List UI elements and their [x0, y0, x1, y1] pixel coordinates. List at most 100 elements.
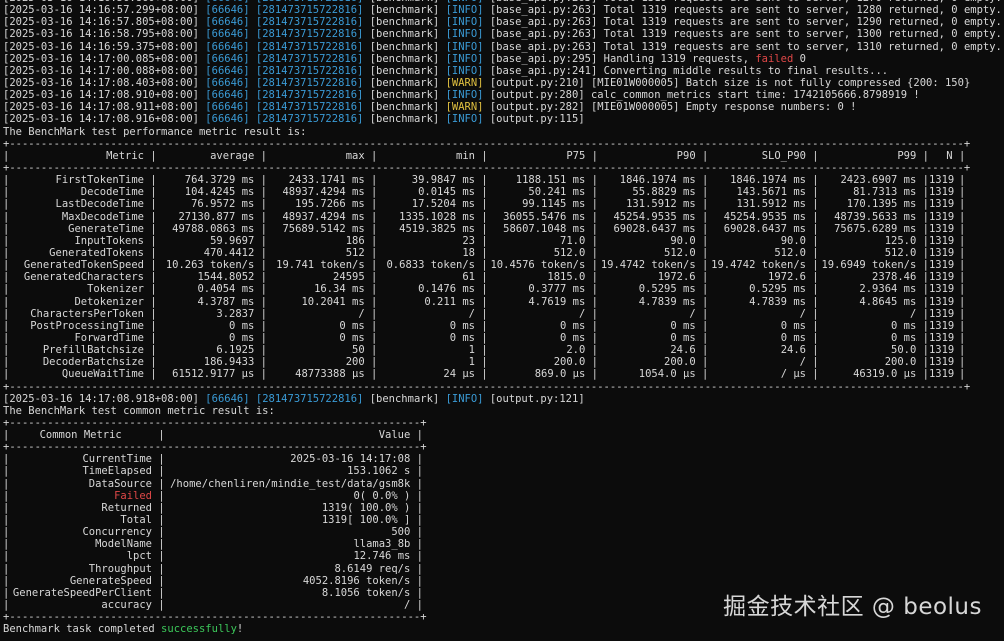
table-cell: /: [578, 307, 592, 320]
table-cell: 1319: [928, 307, 959, 320]
table-cell: /home/chenliren/mindie_test/data/gsm8k: [170, 477, 417, 490]
table-cell: 24.6: [670, 344, 702, 357]
table-cell: 1846.1974 ms: [730, 174, 813, 187]
table-cell: 153.1062 s: [347, 465, 417, 478]
table-cell: 45254.9535 ms: [613, 210, 702, 223]
table-cell: 0 ms: [780, 331, 813, 344]
table-cell: 75675.6289 ms: [834, 222, 923, 235]
common-title-text: The BenchMark test common metric result …: [3, 404, 275, 417]
log-line: [2025-03-16 14:16:57.299+08:00] [66646] …: [3, 4, 1004, 16]
table-cell: 4.7839 ms: [749, 295, 813, 308]
table-border: |: [958, 234, 966, 247]
perf-table-row: | DecodeTime | 104.4245 ms | 48937.4294 ms …: [3, 186, 1004, 198]
log-pid: [66646]: [205, 40, 250, 53]
table-cell: 59.9697: [210, 234, 261, 247]
table-cell: 125.0: [884, 234, 923, 247]
log-module: [benchmark]: [369, 76, 440, 89]
table-cell: 1319: [928, 246, 959, 259]
table-cell: 186: [345, 234, 371, 247]
table-cell: /: [468, 307, 482, 320]
table-border: |: [958, 186, 966, 199]
log-source: [output.py:115]: [489, 113, 585, 126]
table-cell: CurrentTime: [82, 453, 159, 466]
common-table-header: | Common Metric | Value |: [3, 429, 1004, 441]
log-level: [INFO]: [445, 40, 484, 53]
table-cell: 45254.9535 ms: [723, 210, 813, 223]
log-thread-id: [281473715722816]: [255, 4, 364, 17]
table-cell: P90: [676, 149, 702, 162]
log-source: [base_api.py:263]: [489, 28, 598, 41]
log-level: [INFO]: [445, 113, 484, 126]
log-line: [2025-03-16 14:16:58.795+08:00] [66646] …: [3, 28, 1004, 40]
common-title: The BenchMark test common metric result …: [3, 405, 1004, 417]
table-cell: 1319: [928, 319, 959, 332]
completion-suffix: !: [236, 623, 244, 636]
table-cell: 195.7266 ms: [295, 198, 371, 211]
table-cell: 2.9364 ms: [859, 283, 923, 296]
common-table-row: | lpct | 12.746 ms |: [3, 550, 1004, 562]
table-cell: 49788.0863 ms: [172, 222, 261, 235]
table-cell: 0 ms: [891, 319, 923, 332]
log-source: [base_api.py:263]: [489, 40, 598, 53]
log-timestamp: [2025-03-16 14:17:00.088+08:00]: [3, 64, 199, 77]
table-cell: 1319[ 100.0% ]: [321, 514, 417, 527]
table-cell: 10.263 token/s: [165, 259, 261, 272]
table-border: |: [416, 562, 423, 575]
table-cell: ModelName: [95, 538, 159, 551]
table-cell: 6.1925: [216, 344, 261, 357]
log-level: [INFO]: [445, 89, 484, 102]
table-cell: 4.8645 ms: [859, 295, 923, 308]
table-cell: /: [358, 307, 371, 320]
table-cell: 1319: [928, 186, 959, 199]
common-table-row: | Throughput | 8.6149 req/s |: [3, 563, 1004, 575]
perf-table-row: | LastDecodeTime | 76.9572 ms | 195.7266 ms…: [3, 198, 1004, 210]
perf-table-row: | GeneratedCharacters | 1544.8052 | 24595 |…: [3, 271, 1004, 283]
table-cell: /: [404, 599, 417, 612]
table-cell: 50.0: [891, 344, 923, 357]
log-thread-id: [281473715722816]: [255, 16, 364, 29]
table-cell: 186.9433: [203, 356, 261, 369]
table-cell: 0.5295 ms: [638, 283, 702, 296]
terminal-output[interactable]: [2025-03-16 14:16:56.860+08:00] [66646] …: [3, 0, 1004, 635]
log-message: Handling 1319 requests,: [603, 52, 756, 65]
table-cell: Metric: [106, 149, 151, 162]
table-cell: 4.7839 ms: [638, 295, 702, 308]
table-cell: ForwardTime: [74, 331, 151, 344]
log-source: [base_api.py:263]: [489, 4, 598, 17]
common-table-divider: +---------------------------------------…: [3, 441, 427, 454]
table-border: |: [416, 599, 423, 612]
table-cell: 1319: [928, 344, 959, 357]
table-cell: 4052.8196 token/s: [302, 574, 417, 587]
table-cell: 2423.6907 ms: [840, 174, 923, 187]
perf-table-row: | InputTokens | 59.9697 | 186 | 23 | 71.0 | 90…: [3, 235, 1004, 247]
table-border: |: [958, 307, 966, 320]
table-cell: 0 ms: [560, 319, 592, 332]
completion-line: Benchmark task completed successfully!: [3, 623, 1004, 635]
table-cell: 0 ms: [891, 331, 923, 344]
log-level: [INFO]: [445, 64, 484, 77]
table-cell: Returned: [101, 501, 159, 514]
common-table-row: | Concurrency | 500 |: [3, 526, 1004, 538]
table-border: |: [416, 550, 423, 563]
table-cell: 1319: [928, 234, 959, 247]
table-cell: LastDecodeTime: [55, 198, 151, 211]
table-cell: 1815.0: [547, 271, 592, 284]
table-cell: GeneratedTokenSpeed: [23, 259, 151, 272]
perf-table-row: | DecoderBatchsize | 186.9433 | 200 | 1 | 200…: [3, 356, 1004, 368]
table-cell: P99: [897, 149, 923, 162]
table-cell: 16.34 ms: [314, 283, 371, 296]
table-cell: Detokenizer: [74, 295, 151, 308]
table-cell: 1319: [928, 356, 959, 369]
log-level: [INFO]: [445, 52, 484, 65]
common-table-row: | Total | 1319[ 100.0% ] |: [3, 514, 1004, 526]
log-timestamp: [2025-03-16 14:16:59.375+08:00]: [3, 40, 199, 53]
table-cell: GenerateSpeedPerClient: [12, 586, 159, 599]
table-cell: accuracy: [101, 599, 159, 612]
log-pid: [66646]: [205, 113, 250, 126]
perf-table-row: | FirstTokenTime | 764.3729 ms | 2433.1741 …: [3, 174, 1004, 186]
table-cell: min: [456, 149, 482, 162]
table-border: |: [958, 198, 966, 211]
table-cell: 200.0: [884, 356, 923, 369]
log-thread-id: [281473715722816]: [255, 392, 364, 405]
table-cell: GeneratedTokens: [49, 246, 151, 259]
